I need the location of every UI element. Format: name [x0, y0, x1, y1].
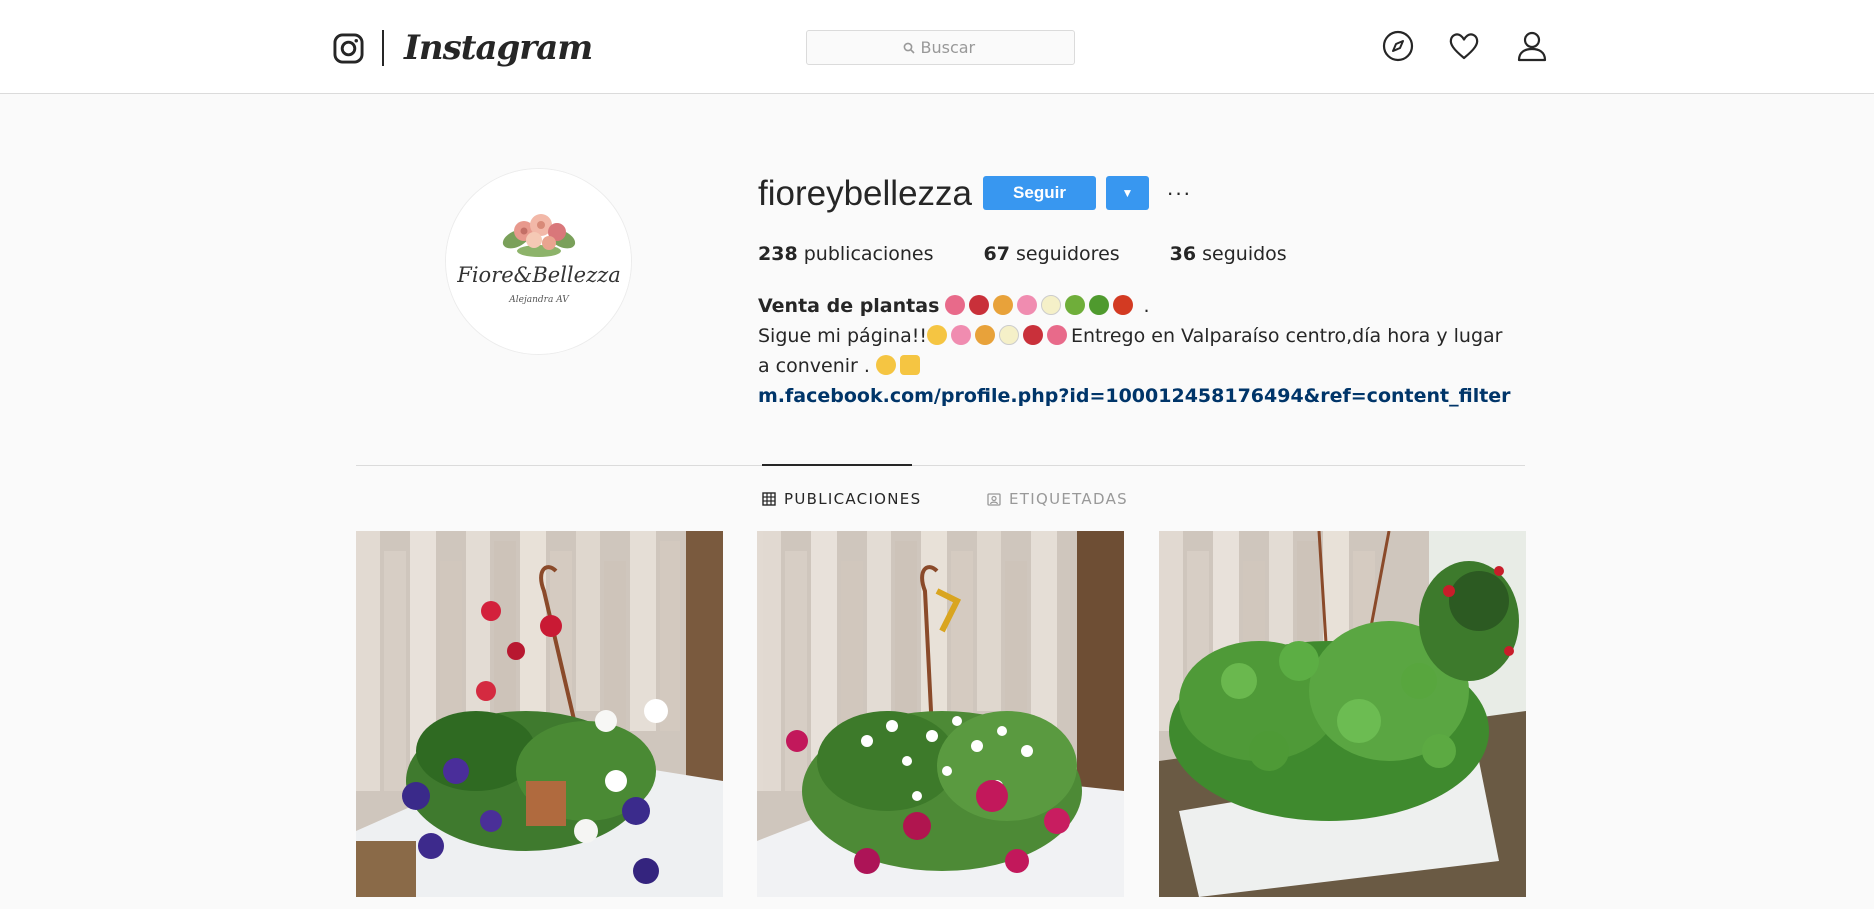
search-icon: [903, 42, 915, 54]
following-count: 36: [1169, 243, 1197, 265]
bio-line-1: Venta de plantas .: [758, 291, 1518, 321]
posts-count: 238: [758, 243, 798, 265]
profile-avatar: Fiore&Bellezza Alejandra AV: [445, 168, 632, 355]
bio-line-1-end: .: [1143, 295, 1150, 317]
rose-emoji-icon: [1022, 325, 1043, 345]
active-tab-indicator: [762, 464, 912, 466]
herb-emoji-icon: [1065, 295, 1086, 315]
bio-name: Venta de plantas: [758, 295, 940, 317]
following-label: seguidos: [1202, 243, 1287, 265]
posts-label: publicaciones: [803, 243, 934, 265]
tabs-divider: [356, 465, 1525, 466]
stat-following[interactable]: 36 seguidos: [1170, 243, 1287, 265]
tulip-emoji-icon: [945, 295, 966, 315]
profile-stats: 238 publicaciones 67 seguidores 36 segui…: [758, 243, 1337, 265]
ok-hand-emoji-icon: [926, 325, 947, 345]
post-image-petunias: [356, 531, 723, 897]
post-thumbnail[interactable]: [1159, 531, 1526, 897]
post-image-green-plants: [1159, 531, 1526, 897]
tab-etiquetadas-label: ETIQUETADAS: [1009, 490, 1128, 508]
profile-username: fioreybellezza: [758, 174, 972, 213]
grinning-face-emoji-icon: [876, 355, 896, 375]
user-icon[interactable]: [1516, 30, 1548, 62]
tulip-emoji-icon: [1046, 325, 1067, 345]
followers-count: 67: [983, 243, 1010, 265]
top-navigation-bar: Instagram: [0, 0, 1874, 94]
blossom-emoji-icon: [998, 325, 1019, 345]
search-box[interactable]: [806, 30, 1075, 65]
thumbs-up-emoji-icon: [900, 355, 920, 375]
instagram-wordmark: Instagram: [404, 28, 593, 68]
bio-external-link[interactable]: m.facebook.com/profile.php?id=1000124581…: [758, 381, 1518, 411]
stat-posts: 238 publicaciones: [758, 243, 934, 265]
heart-icon[interactable]: [1448, 30, 1480, 62]
maple-leaf-emoji-icon: [1113, 295, 1134, 315]
suggestions-dropdown-button[interactable]: ▼: [1106, 176, 1149, 210]
avatar-brand-text: Fiore&Bellezza: [456, 263, 620, 287]
tab-etiquetadas[interactable]: ETIQUETADAS: [987, 490, 1128, 508]
fiore-bellezza-logo: Fiore&Bellezza Alejandra AV: [446, 169, 631, 354]
tagged-portrait-icon: [987, 493, 1001, 506]
bio-line-2-start: Sigue mi página!!: [758, 325, 927, 347]
profile-bio: Venta de plantas . Sigue mi página!! Entr…: [758, 291, 1518, 411]
logo-divider: [382, 30, 384, 66]
compass-icon[interactable]: [1382, 30, 1414, 62]
more-options-button[interactable]: ···: [1163, 178, 1195, 208]
rose-emoji-icon: [969, 295, 990, 315]
tab-publicaciones-label: PUBLICACIONES: [784, 490, 922, 508]
sunflower-emoji-icon: [974, 325, 995, 345]
instagram-camera-icon: [333, 32, 364, 64]
hibiscus-emoji-icon: [950, 325, 971, 345]
follow-button[interactable]: Seguir: [983, 176, 1096, 210]
search-input[interactable]: [920, 38, 979, 57]
post-image-daisies: [757, 531, 1124, 897]
blossom-emoji-icon: [1041, 295, 1062, 315]
instagram-logo-link[interactable]: Instagram: [333, 28, 593, 68]
bio-line-2: Sigue mi página!! Entrego en Valparaíso c…: [758, 321, 1518, 381]
leaf-emoji-icon: [1089, 295, 1110, 315]
followers-label: seguidores: [1016, 243, 1120, 265]
post-thumbnail[interactable]: [757, 531, 1124, 897]
stat-followers[interactable]: 67 seguidores: [984, 243, 1120, 265]
tab-publicaciones[interactable]: PUBLICACIONES: [762, 490, 921, 508]
post-thumbnail[interactable]: [356, 531, 723, 897]
grid-icon: [762, 492, 776, 506]
hibiscus-emoji-icon: [1017, 295, 1038, 315]
sunflower-emoji-icon: [993, 295, 1014, 315]
flower-emojis: [945, 295, 1143, 317]
avatar-subtext: Alejandra AV: [508, 295, 570, 305]
